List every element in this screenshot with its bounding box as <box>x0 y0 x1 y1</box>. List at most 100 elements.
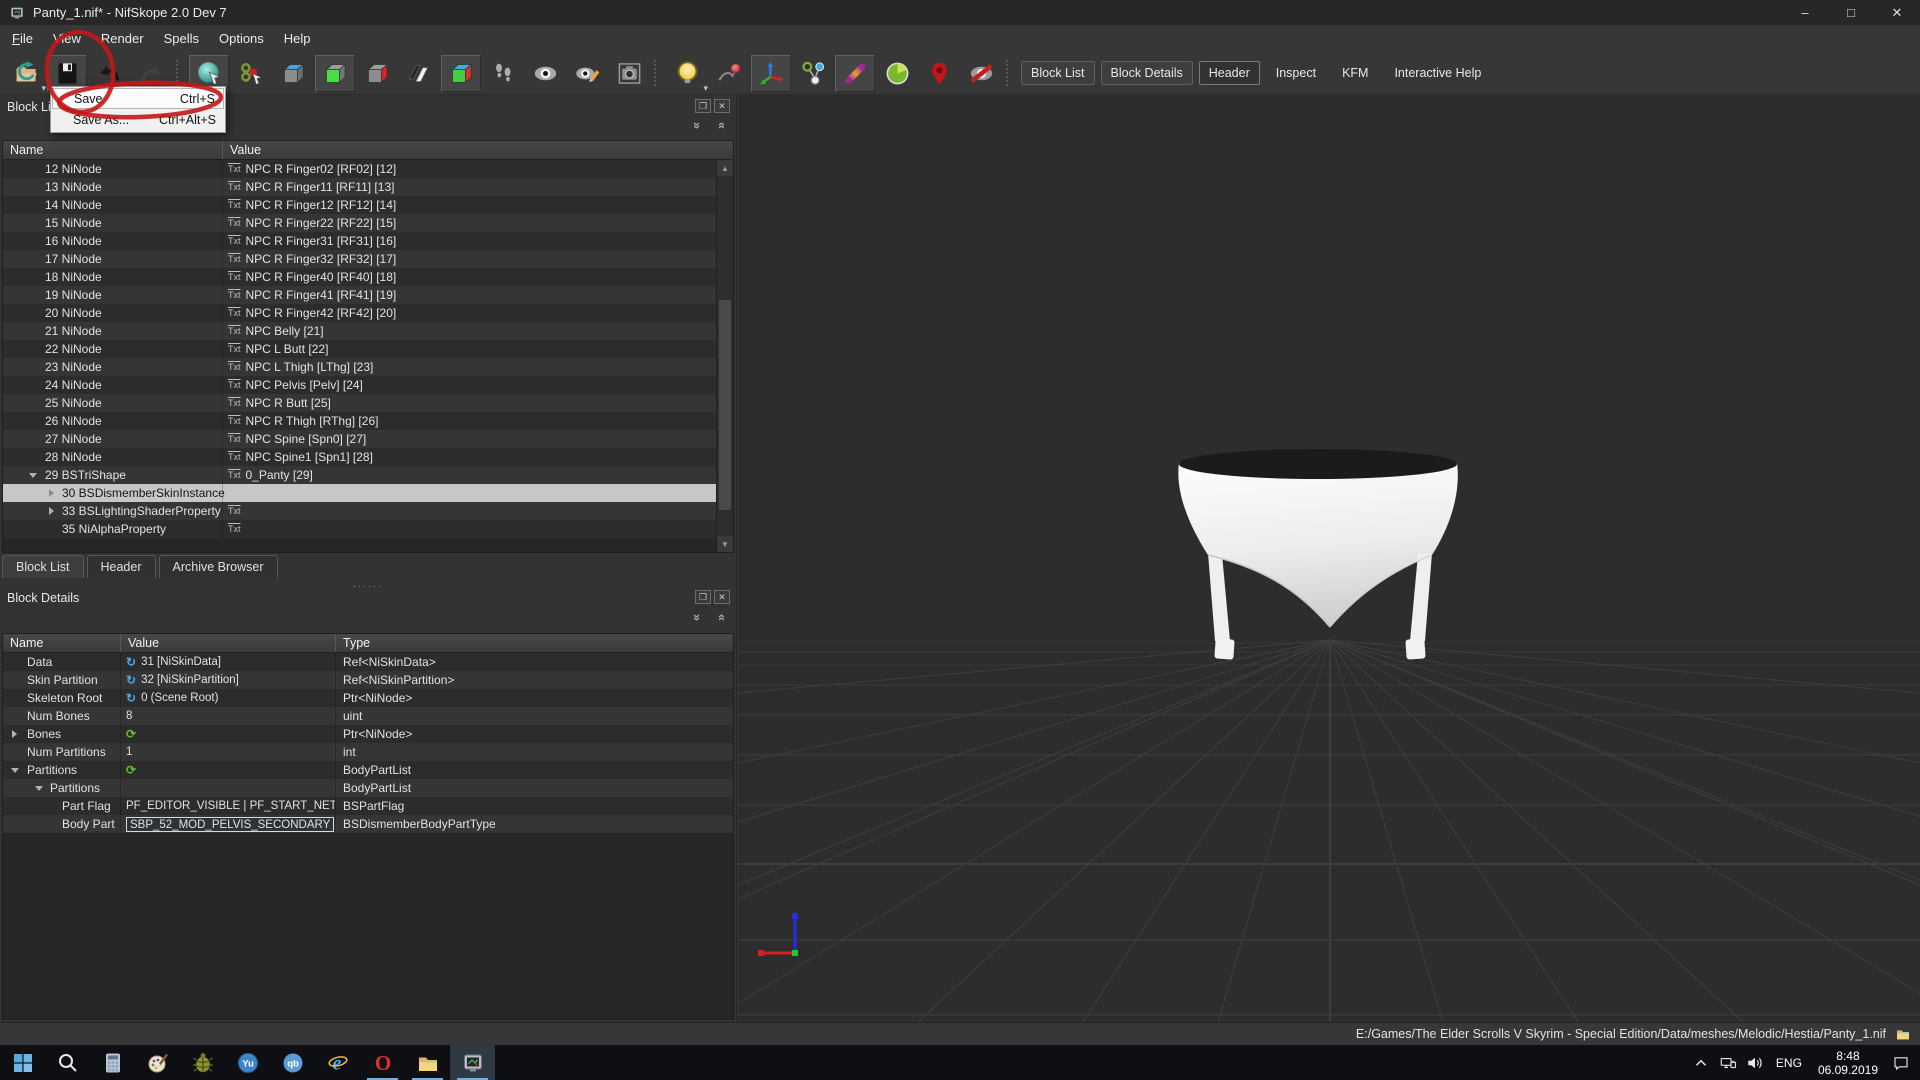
block-details-row-skeleton-root[interactable]: Skeleton Root ↻ ⟳ 0 (Scene Root) Ptr<NiN… <box>3 689 733 707</box>
toolbar-button-cube-green[interactable] <box>315 55 355 92</box>
block-list-row-33-bslightingshaderproperty[interactable]: 33 BSLightingShaderProperty Txt <box>3 502 716 520</box>
toolbar-toggle-kfm[interactable]: KFM <box>1332 61 1378 85</box>
taskbar-icon-opera[interactable] <box>360 1045 405 1080</box>
window-button-maximize[interactable]: □ <box>1828 0 1874 25</box>
toolbar-button-separator[interactable] <box>654 60 662 86</box>
menu-item-view[interactable]: View <box>43 27 91 50</box>
toolbar-button-footprints[interactable] <box>483 55 523 92</box>
block-details-row-partitions[interactable]: Partitions ↻ ⟳ BodyPartList <box>3 779 733 797</box>
close-panel-icon[interactable]: ✕ <box>714 590 730 604</box>
taskbar-icon-qbittorrent[interactable] <box>270 1045 315 1080</box>
block-list-row-28-ninode[interactable]: 28 NiNode Txt NPC Spine1 [Spn1] [28] <box>3 448 716 466</box>
toolbar-button-eye-edit[interactable] <box>567 55 607 92</box>
chevron-up-icon[interactable]: » <box>714 122 727 129</box>
action-center-icon[interactable] <box>1887 1045 1914 1080</box>
detail-value[interactable]: 0 (Scene Root) <box>141 692 218 704</box>
taskbar-icon-calculator[interactable] <box>90 1045 135 1080</box>
menu-item-file[interactable]: File <box>2 27 43 50</box>
dock-tab-block-list[interactable]: Block List <box>2 555 84 578</box>
column-header-value[interactable]: Value <box>121 634 336 652</box>
toolbar-button-nodes[interactable] <box>793 55 833 92</box>
toolbar-button-cube-red[interactable] <box>357 55 397 92</box>
toolbar-toggle-block-list[interactable]: Block List <box>1021 61 1095 85</box>
toolbar-button-cube-blue[interactable] <box>273 55 313 92</box>
float-panel-icon[interactable]: ❐ <box>695 590 711 604</box>
detail-value[interactable]: 8 <box>126 710 132 722</box>
block-details-row-skin-partition[interactable]: Skin Partition ↻ ⟳ 32 [NiSkinPartition] … <box>3 671 733 689</box>
clock[interactable]: 8:48 06.09.2019 <box>1818 1049 1878 1077</box>
column-header-type[interactable]: Type <box>336 634 733 652</box>
block-list-scrollbar[interactable]: ▲ ▼ <box>716 160 733 552</box>
block-list-row-24-ninode[interactable]: 24 NiNode Txt NPC Pelvis [Pelv] [24] <box>3 376 716 394</box>
splitter-handle[interactable]: ······ <box>0 582 736 591</box>
dock-tab-header[interactable]: Header <box>87 555 156 578</box>
save-menu-item-save-as[interactable]: Save As... Ctrl+Alt+S <box>52 109 224 131</box>
block-list-row-30-bsdismemberskininstance[interactable]: 30 BSDismemberSkinInstance Txt <box>3 484 716 502</box>
block-list-row-16-ninode[interactable]: 16 NiNode Txt NPC R Finger31 [RF31] [16] <box>3 232 716 250</box>
toolbar-button-anim-cursor[interactable] <box>231 55 271 92</box>
toolbar-button-planes[interactable] <box>399 55 439 92</box>
detail-value[interactable]: SBP_52_MOD_PELVIS_SECONDARY <box>126 817 334 832</box>
toolbar-button-pie[interactable] <box>877 55 917 92</box>
block-list-row-12-ninode[interactable]: 12 NiNode Txt NPC R Finger02 [RF02] [12] <box>3 160 716 178</box>
scroll-down-icon[interactable]: ▼ <box>717 536 733 552</box>
expand-arrow-icon[interactable] <box>12 730 17 738</box>
toolbar-button-axes[interactable] <box>751 55 791 92</box>
block-details-row-bones[interactable]: Bones ↻ ⟳ Ptr<NiNode> <box>3 725 733 743</box>
block-details-row-body-part[interactable]: Body Part ↻ ⟳ SBP_52_MOD_PELVIS_SECONDAR… <box>3 815 733 833</box>
chevron-down-icon[interactable]: » <box>691 614 704 621</box>
block-list-row-20-ninode[interactable]: 20 NiNode Txt NPC R Finger42 [RF42] [20] <box>3 304 716 322</box>
taskbar-icon-beetle-app[interactable] <box>180 1045 225 1080</box>
block-list-row-14-ninode[interactable]: 14 NiNode Txt NPC R Finger12 [RF12] [14] <box>3 196 716 214</box>
taskbar-icon-yu-app[interactable] <box>225 1045 270 1080</box>
detail-value[interactable]: PF_EDITOR_VISIBLE | PF_START_NET_BONESET <box>126 800 336 812</box>
expand-arrow-icon[interactable] <box>29 473 37 478</box>
block-list-row-29-bstrishape[interactable]: 29 BSTriShape Txt 0_Panty [29] <box>3 466 716 484</box>
menu-item-spells[interactable]: Spells <box>154 27 209 50</box>
3d-viewport[interactable] <box>738 95 1920 1022</box>
toolbar-button-screenshot[interactable] <box>609 55 649 92</box>
expand-arrow-icon[interactable] <box>35 786 43 791</box>
toolbar-button-eye-slash[interactable] <box>961 55 1001 92</box>
float-panel-icon[interactable]: ❐ <box>695 99 711 113</box>
tray-chevron-up-icon[interactable] <box>1688 1045 1715 1080</box>
block-list-row-15-ninode[interactable]: 15 NiNode Txt NPC R Finger22 [RF22] [15] <box>3 214 716 232</box>
column-header-name[interactable]: Name <box>3 141 223 159</box>
block-list-row-22-ninode[interactable]: 22 NiNode Txt NPC L Butt [22] <box>3 340 716 358</box>
detail-value[interactable]: 32 [NiSkinPartition] <box>141 674 239 686</box>
toolbar-button-bone[interactable] <box>835 55 875 92</box>
block-list-row-25-ninode[interactable]: 25 NiNode Txt NPC R Butt [25] <box>3 394 716 412</box>
panty-model[interactable] <box>1178 449 1457 660</box>
volume-icon[interactable] <box>1742 1045 1769 1080</box>
toolbar-button-load[interactable] <box>5 55 45 92</box>
toolbar-button-vertex-pin[interactable] <box>709 55 749 92</box>
chevron-down-icon[interactable]: » <box>691 122 704 129</box>
column-header-value[interactable]: Value <box>223 141 733 159</box>
taskbar-icon-internet-explorer[interactable] <box>315 1045 360 1080</box>
dock-tab-archive-browser[interactable]: Archive Browser <box>159 555 278 578</box>
scroll-up-icon[interactable]: ▲ <box>717 160 733 176</box>
toolbar-button-bulb[interactable] <box>667 55 707 92</box>
toolbar-button-separator[interactable] <box>1006 60 1014 86</box>
block-list-row-13-ninode[interactable]: 13 NiNode Txt NPC R Finger11 [RF11] [13] <box>3 178 716 196</box>
toolbar-toggle-inspect[interactable]: Inspect <box>1266 61 1326 85</box>
taskbar-icon-start[interactable] <box>0 1045 45 1080</box>
block-details-row-num-bones[interactable]: Num Bones ↻ ⟳ 8 uint <box>3 707 733 725</box>
block-details-row-partitions[interactable]: Partitions ↻ ⟳ BodyPartList <box>3 761 733 779</box>
menu-item-help[interactable]: Help <box>274 27 321 50</box>
detail-value[interactable]: 31 [NiSkinData] <box>141 656 221 668</box>
window-button-close[interactable]: ✕ <box>1874 0 1920 25</box>
block-details-row-data[interactable]: Data ↻ ⟳ 31 [NiSkinData] Ref<NiSkinData> <box>3 653 733 671</box>
toolbar-toggle-interactive-help[interactable]: Interactive Help <box>1384 61 1491 85</box>
language-indicator[interactable]: ENG <box>1769 1056 1809 1070</box>
block-list-row-27-ninode[interactable]: 27 NiNode Txt NPC Spine [Spn0] [27] <box>3 430 716 448</box>
menu-item-render[interactable]: Render <box>91 27 154 50</box>
column-header-name[interactable]: Name <box>3 634 121 652</box>
expand-arrow-icon[interactable] <box>11 768 19 773</box>
block-list-row-17-ninode[interactable]: 17 NiNode Txt NPC R Finger32 [RF32] [17] <box>3 250 716 268</box>
block-list-row-26-ninode[interactable]: 26 NiNode Txt NPC R Thigh [RThg] [26] <box>3 412 716 430</box>
block-list-row-23-ninode[interactable]: 23 NiNode Txt NPC L Thigh [LThg] [23] <box>3 358 716 376</box>
toolbar-button-cube-rgb[interactable] <box>441 55 481 92</box>
toolbar-toggle-block-details[interactable]: Block Details <box>1101 61 1193 85</box>
toolbar-button-eye[interactable] <box>525 55 565 92</box>
